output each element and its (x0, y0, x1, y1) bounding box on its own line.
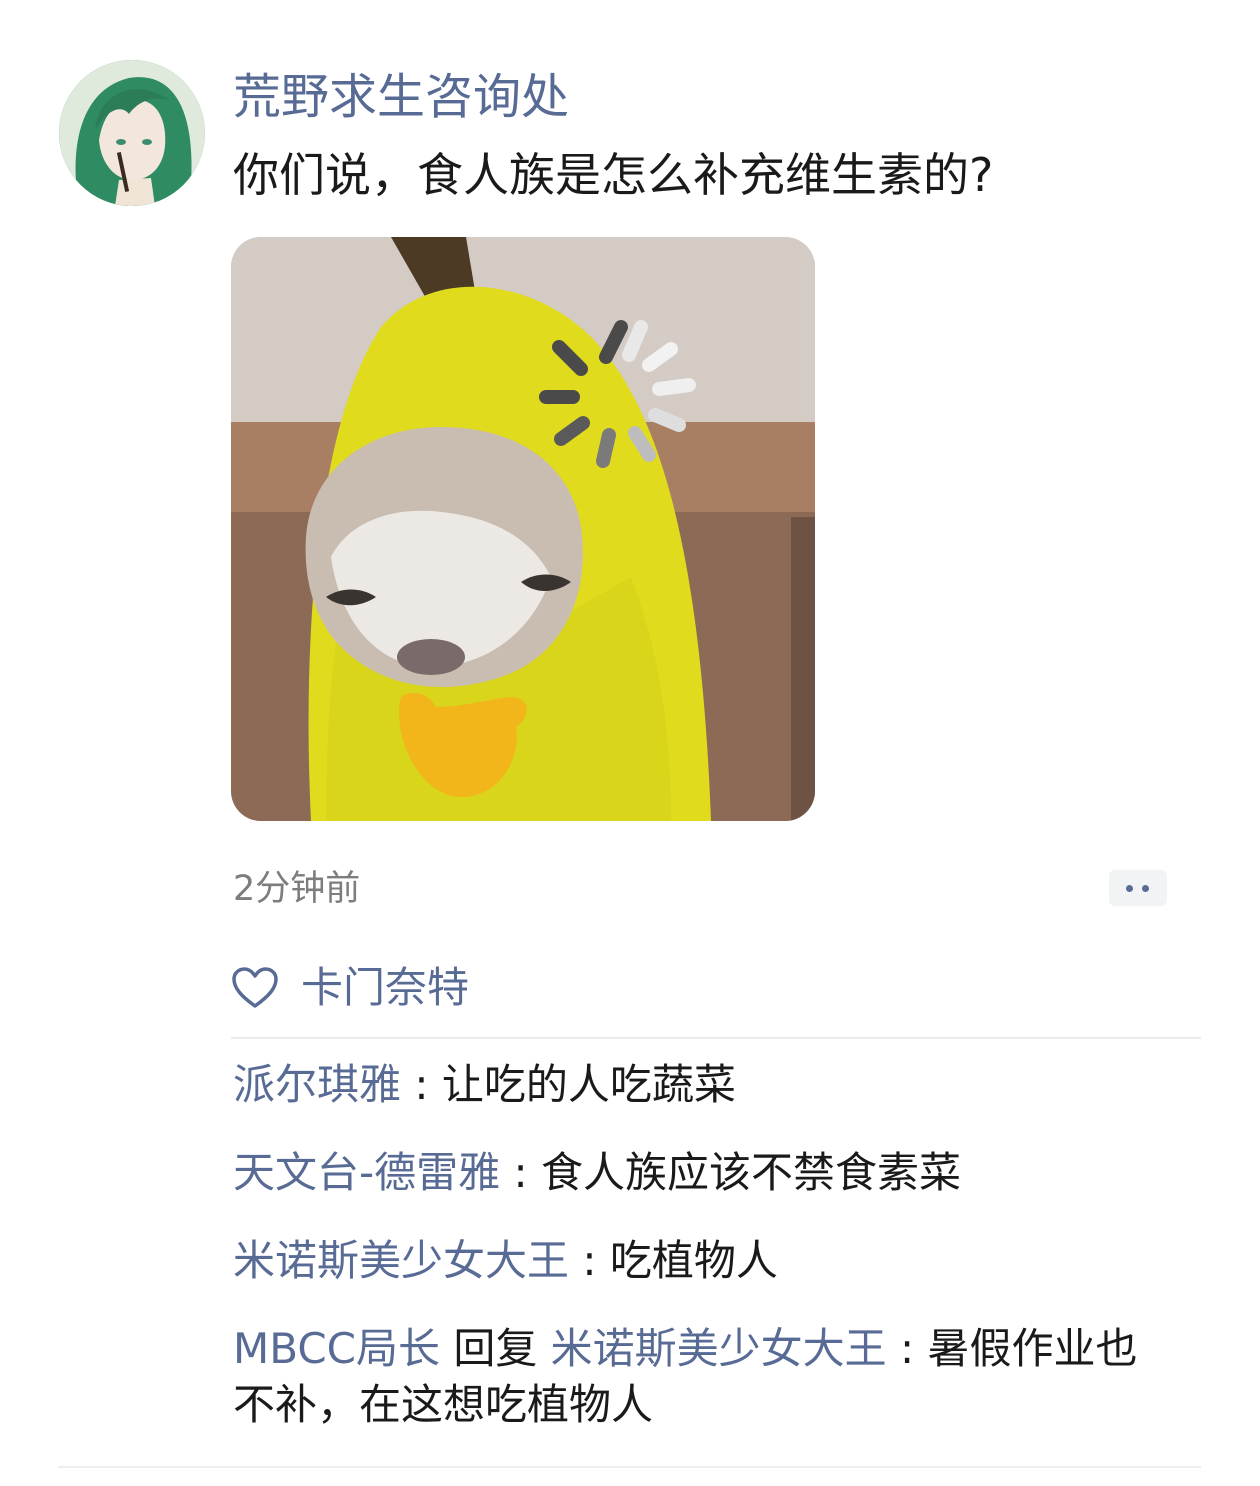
reply-word: 回复 (439, 1324, 551, 1373)
comment-separator: : (569, 1236, 610, 1285)
comment-user[interactable]: 天文台-德雷雅 (233, 1148, 500, 1197)
more-dots-icon (1142, 885, 1149, 892)
avatar[interactable] (59, 60, 205, 206)
likes-row: 卡门奈特 (231, 958, 469, 1018)
comment-text: 吃植物人 (609, 1236, 778, 1285)
comment-separator: : (500, 1148, 542, 1197)
post-time: 2分钟前 (233, 869, 361, 909)
liker-name[interactable]: 卡门奈特 (301, 958, 469, 1018)
comment-text: 食人族应该不禁食素菜 (541, 1148, 962, 1197)
comment-user[interactable]: 派尔琪雅 (233, 1060, 401, 1109)
comment-user[interactable]: MBCC局长 (233, 1324, 440, 1373)
comment-user[interactable]: 米诺斯美少女大王 (233, 1236, 569, 1285)
post-text: 你们说，食人族是怎么补充维生素的? (233, 148, 994, 202)
comment-separator: : (401, 1060, 442, 1109)
comment-separator: : (886, 1324, 928, 1373)
post-image[interactable] (231, 237, 815, 821)
more-button[interactable] (1109, 870, 1167, 906)
author-name[interactable]: 荒野求生咨询处 (233, 66, 569, 128)
comment-text: 让吃的人吃蔬菜 (441, 1060, 736, 1109)
reply-to-user[interactable]: 米诺斯美少女大王 (551, 1324, 887, 1373)
heart-icon[interactable] (231, 966, 279, 1010)
comment-item[interactable]: 派尔琪雅 : 让吃的人吃蔬菜 (233, 1057, 1173, 1113)
comment-item[interactable]: 天文台-德雷雅 : 食人族应该不禁食素菜 (233, 1145, 1173, 1201)
divider (58, 1466, 1201, 1468)
comment-item[interactable]: MBCC局长 回复 米诺斯美少女大王 : 暑假作业也不补，在这想吃植物人 (233, 1321, 1173, 1433)
banana-cat-image (231, 237, 815, 821)
avatar-image (59, 60, 205, 206)
comment-item[interactable]: 米诺斯美少女大王 : 吃植物人 (233, 1233, 1173, 1289)
more-dots-icon (1126, 885, 1133, 892)
divider (231, 1037, 1201, 1039)
